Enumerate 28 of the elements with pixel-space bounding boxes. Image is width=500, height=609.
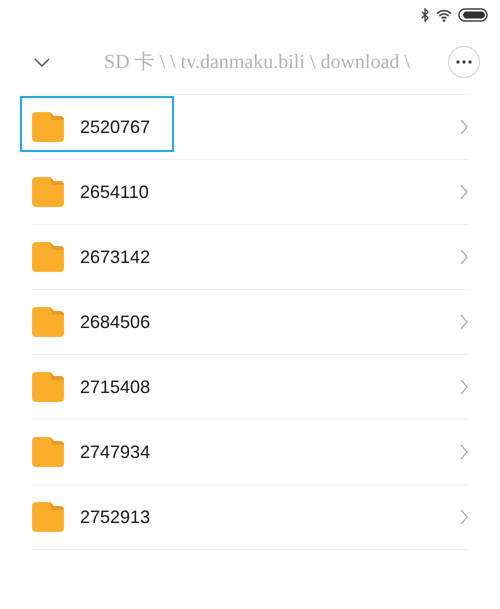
bluetooth-icon xyxy=(421,8,430,22)
folder-icon xyxy=(32,177,64,207)
more-icon xyxy=(456,60,472,64)
folder-icon xyxy=(32,502,64,532)
folder-icon xyxy=(32,112,64,142)
folder-name: 2520767 xyxy=(80,116,152,138)
chevron-right-icon xyxy=(460,119,468,135)
folder-name: 2752913 xyxy=(80,506,152,528)
more-button[interactable] xyxy=(448,46,480,78)
chevron-right-icon xyxy=(460,509,468,525)
wifi-icon xyxy=(436,8,452,22)
folder-name: 2747934 xyxy=(80,442,152,462)
chevron-right-icon xyxy=(460,444,468,460)
chevron-right-icon xyxy=(460,184,468,200)
chevron-right-icon xyxy=(460,249,468,265)
folder-name: 2715408 xyxy=(80,376,152,398)
folder-name: 2684506 xyxy=(80,312,152,332)
folder-icon xyxy=(32,307,64,337)
chevron-right-icon xyxy=(460,379,468,395)
battery-icon xyxy=(458,8,488,22)
folder-name: 2673142 xyxy=(80,246,152,268)
folder-icon xyxy=(32,372,64,402)
breadcrumb-path: SD 卡 \ \ tv.danmaku.bili \ download \ xyxy=(103,50,411,74)
chevron-right-icon xyxy=(460,314,468,330)
folder-name: 2654110 xyxy=(80,182,150,202)
folder-icon xyxy=(32,242,64,272)
chevron-down-icon[interactable] xyxy=(34,58,50,66)
folder-icon xyxy=(32,437,64,467)
